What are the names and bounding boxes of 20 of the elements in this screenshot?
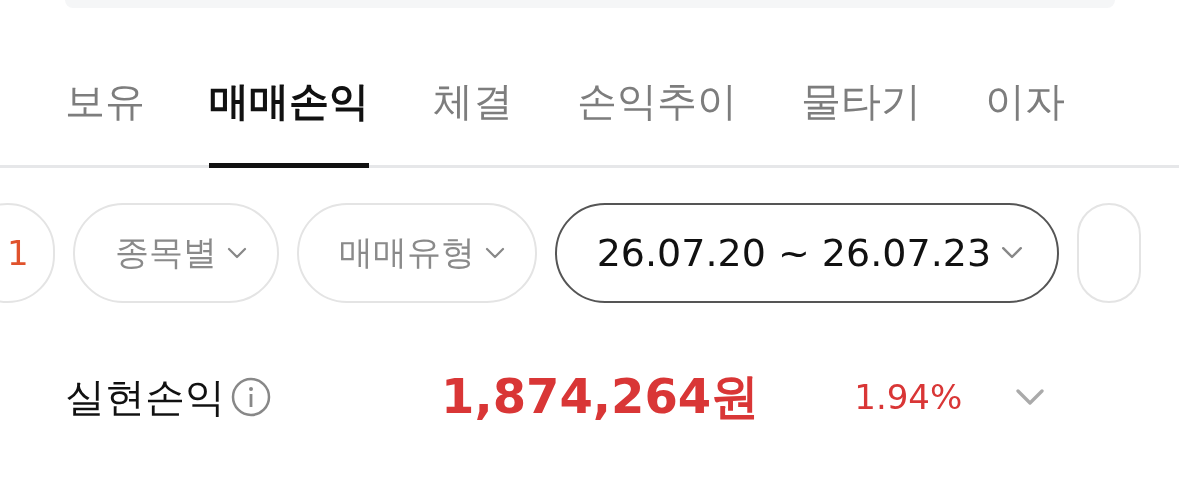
profit-amount: 1,874,264원 (441, 367, 760, 426)
filter-chip[interactable] (1077, 203, 1142, 303)
tab[interactable]: 손익추이 (577, 69, 737, 168)
tab[interactable]: 매매손익 (209, 69, 369, 168)
chevron-down-icon (226, 247, 247, 259)
expand-toggle[interactable] (1015, 388, 1046, 406)
tab[interactable]: 물타기 (801, 69, 921, 168)
filter-chip[interactable]: 26.07.20 ~ 26.07.23 (554, 203, 1060, 303)
profit-rate: 1.94% (854, 377, 963, 417)
tab[interactable]: 보유 (65, 69, 145, 168)
summary-label: 실현손익 (65, 372, 225, 422)
chevron-down-icon (1015, 388, 1046, 406)
info-icon[interactable] (231, 377, 271, 417)
filter-chip[interactable]: 종목별 (72, 203, 279, 303)
tab[interactable]: 이자 (985, 69, 1065, 168)
tab[interactable]: 체결 (433, 69, 513, 168)
chevron-down-icon (1001, 246, 1024, 260)
filter-chip[interactable]: 매매유형 (296, 203, 537, 303)
chevron-down-icon (484, 247, 505, 259)
filter-chip[interactable]: 1 (0, 203, 55, 303)
